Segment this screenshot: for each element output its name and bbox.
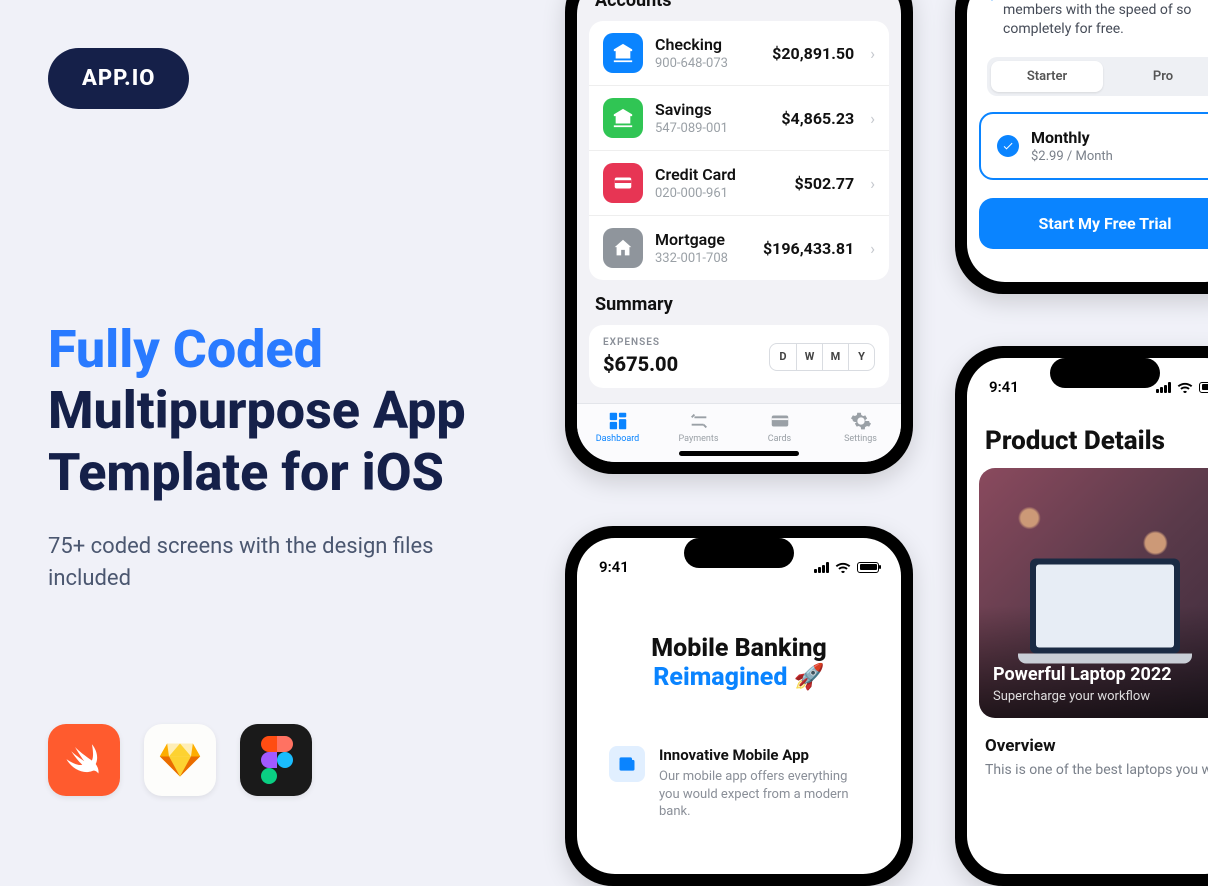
chevron-right-icon: › — [870, 174, 875, 193]
bank-icon — [603, 33, 643, 73]
signal-icon — [814, 562, 829, 573]
pricing-blurb: Transfer money to friends and members wi… — [983, 0, 1208, 39]
summary-title: Summary — [577, 280, 901, 325]
headline-rest: Multipurpose App Template for iOS — [48, 380, 466, 502]
wallet-icon — [609, 746, 645, 782]
phone-accounts: Accounts Checking900-648-073 $20,891.50›… — [565, 0, 913, 474]
expenses-value: $675.00 — [603, 352, 678, 376]
subtitle: 75+ coded screens with the design files … — [48, 531, 518, 595]
hero-title: Powerful Laptop 2022 — [993, 664, 1172, 685]
card-icon — [603, 163, 643, 203]
status-time: 9:41 — [989, 378, 1019, 396]
plan-monthly[interactable]: Monthly $2.99 / Month — [979, 112, 1208, 180]
phone-product: 9:41 Product Details Powerful Laptop 202… — [955, 346, 1208, 886]
battery-icon — [857, 562, 879, 573]
banking-title-b: Reimagined 🚀 — [577, 663, 901, 692]
banking-title-a: Mobile Banking — [577, 634, 901, 663]
headline: Fully Coded Multipurpose App Template fo… — [48, 319, 518, 503]
overview-heading: Overview — [967, 718, 1208, 762]
tier-starter[interactable]: Starter — [991, 61, 1103, 92]
account-row-credit[interactable]: Credit Card020-000-961 $502.77› — [589, 150, 889, 215]
wifi-icon — [1177, 381, 1193, 393]
chevron-right-icon: › — [870, 109, 875, 128]
start-trial-button[interactable]: Start My Free Trial — [979, 198, 1208, 249]
diamond-icon — [981, 0, 1003, 4]
product-title: Product Details — [967, 396, 1208, 468]
tab-payments[interactable]: Payments — [658, 410, 739, 444]
account-row-checking[interactable]: Checking900-648-073 $20,891.50› — [589, 21, 889, 85]
check-icon — [997, 135, 1019, 157]
feature-row: Innovative Mobile App Our mobile app off… — [599, 736, 879, 831]
period-segment[interactable]: D W M Y — [769, 343, 875, 371]
tab-settings[interactable]: Settings — [820, 410, 901, 444]
accounts-title: Accounts — [577, 0, 901, 21]
headline-accent: Fully Coded — [48, 319, 323, 380]
bank-icon — [603, 98, 643, 138]
battery-icon — [1199, 382, 1208, 393]
sketch-icon — [144, 724, 216, 796]
overview-text: This is one of the best laptops you w — [967, 762, 1208, 778]
product-hero-image[interactable]: Powerful Laptop 2022 Supercharge your wo… — [979, 468, 1208, 718]
wifi-icon — [835, 561, 851, 573]
tab-cards[interactable]: Cards — [739, 410, 820, 444]
chevron-right-icon: › — [870, 44, 875, 63]
phone-pricing: Transfer money to friends and members wi… — [955, 0, 1208, 294]
signal-icon — [1156, 382, 1171, 393]
expenses-label: EXPENSES — [603, 337, 678, 348]
status-time: 9:41 — [599, 558, 629, 576]
account-row-savings[interactable]: Savings547-089-001 $4,865.23› — [589, 85, 889, 150]
tier-pro[interactable]: Pro — [1107, 61, 1208, 92]
tab-dashboard[interactable]: Dashboard — [577, 410, 658, 444]
home-indicator — [679, 451, 799, 456]
tier-segment[interactable]: Starter Pro — [987, 57, 1208, 96]
brand-badge: APP.IO — [48, 48, 189, 109]
figma-icon — [240, 724, 312, 796]
account-row-mortgage[interactable]: Mortgage332-001-708 $196,433.81› — [589, 215, 889, 280]
chevron-right-icon: › — [870, 239, 875, 258]
home-icon — [603, 228, 643, 268]
hero-subtitle: Supercharge your workflow — [993, 689, 1172, 704]
laptop-illustration — [1030, 558, 1180, 653]
phone-banking: 9:41 Mobile Banking Reimagined 🚀 Innovat… — [565, 526, 913, 886]
swift-icon — [48, 724, 120, 796]
